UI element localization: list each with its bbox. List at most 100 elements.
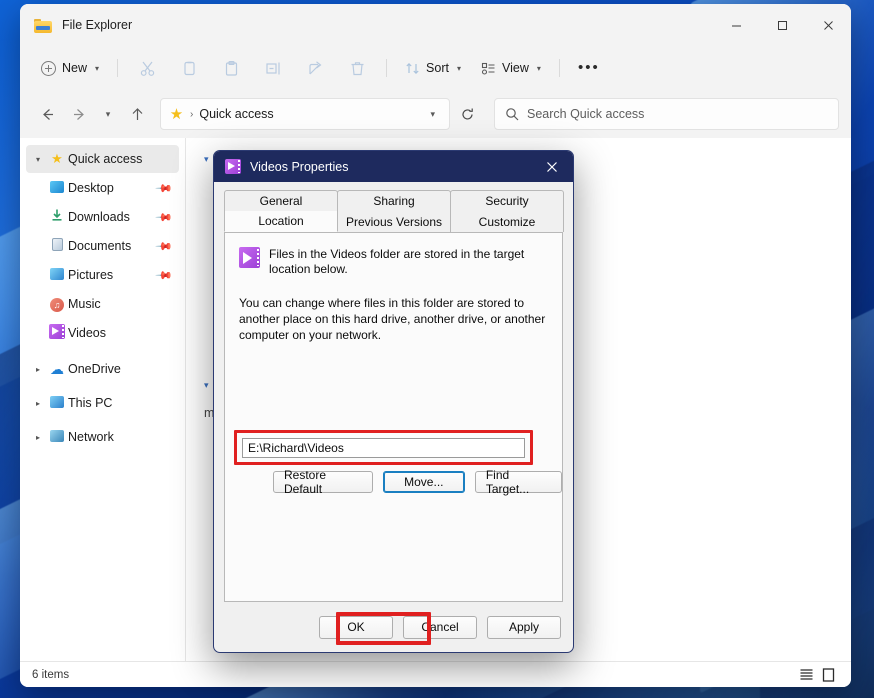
monitor-icon bbox=[46, 395, 68, 411]
more-options-button[interactable]: ••• bbox=[569, 52, 609, 84]
star-icon: ★ bbox=[51, 151, 63, 166]
restore-default-button[interactable]: Restore Default bbox=[273, 468, 373, 496]
sidebar-item-music[interactable]: ♫ Music bbox=[26, 290, 179, 318]
ok-button[interactable]: OK bbox=[319, 615, 393, 639]
search-icon bbox=[506, 108, 519, 121]
refresh-button[interactable] bbox=[452, 99, 482, 129]
sidebar-item-label: Documents bbox=[68, 239, 132, 253]
tab-general[interactable]: General bbox=[224, 190, 338, 211]
delete-icon bbox=[351, 61, 364, 75]
tab-location[interactable]: Location bbox=[224, 211, 338, 232]
dialog-header-text: Files in the Videos folder are stored in… bbox=[269, 247, 525, 276]
address-bar-row: ▾ ★ › Quick access ▾ Search Quick access bbox=[20, 90, 851, 138]
breadcrumb-separator: › bbox=[190, 108, 194, 120]
window-titlebar: File Explorer bbox=[20, 4, 851, 46]
tab-customize[interactable]: Customize bbox=[450, 211, 564, 232]
large-icons-view-icon bbox=[822, 667, 834, 682]
tab-previous-versions[interactable]: Previous Versions bbox=[337, 211, 451, 232]
address-dropdown-icon[interactable]: ▾ bbox=[424, 109, 441, 120]
paste-button[interactable] bbox=[211, 52, 251, 84]
sidebar-item-desktop[interactable]: Desktop 📌 bbox=[26, 174, 179, 202]
back-button[interactable] bbox=[32, 99, 62, 129]
chevron-down-icon[interactable]: ▾ bbox=[204, 380, 209, 391]
dialog-footer: OK Cancel Apply bbox=[214, 602, 573, 652]
breadcrumb-current[interactable]: Quick access bbox=[199, 107, 418, 121]
sidebar-item-downloads[interactable]: Downloads 📌 bbox=[26, 203, 179, 231]
apply-button[interactable]: Apply bbox=[487, 615, 561, 639]
cut-icon bbox=[140, 61, 154, 76]
close-button[interactable] bbox=[805, 4, 851, 46]
dialog-tabs: General Sharing Security Location Previo… bbox=[214, 182, 573, 232]
rename-button[interactable] bbox=[253, 52, 293, 84]
recent-locations-button[interactable]: ▾ bbox=[96, 99, 120, 129]
cut-button[interactable] bbox=[127, 52, 167, 84]
sidebar-item-documents[interactable]: Documents 📌 bbox=[26, 232, 179, 260]
folder-path-input[interactable]: E:\Richard\Videos bbox=[242, 438, 525, 458]
dialog-title: Videos Properties bbox=[250, 159, 349, 174]
delete-button[interactable] bbox=[337, 52, 377, 84]
dialog-header-row: Files in the Videos folder are stored in… bbox=[239, 247, 548, 277]
close-icon bbox=[547, 161, 557, 172]
videos-icon bbox=[225, 159, 241, 174]
sidebar-item-label: Desktop bbox=[68, 181, 114, 195]
up-button[interactable] bbox=[122, 99, 152, 129]
back-arrow-icon bbox=[42, 108, 53, 120]
chevron-right-icon[interactable]: ▸ bbox=[30, 365, 46, 374]
sidebar-item-quick-access[interactable]: ▾ ★ Quick access bbox=[26, 145, 179, 173]
tab-security[interactable]: Security bbox=[450, 190, 564, 211]
sort-button[interactable]: Sort ▾ bbox=[396, 52, 470, 84]
forward-arrow-icon bbox=[73, 108, 84, 120]
new-button[interactable]: New ▾ bbox=[32, 52, 108, 84]
toolbar-divider bbox=[386, 59, 388, 77]
search-placeholder: Search Quick access bbox=[527, 107, 645, 121]
large-icons-view-button[interactable] bbox=[817, 666, 839, 684]
chevron-down-icon[interactable]: ▾ bbox=[204, 154, 209, 165]
share-icon bbox=[308, 60, 322, 74]
pictures-icon bbox=[46, 267, 68, 283]
chevron-down-icon[interactable]: ▾ bbox=[30, 155, 46, 164]
dialog-tab-row-1: General Sharing Security bbox=[224, 190, 564, 211]
view-icon bbox=[481, 62, 495, 75]
tab-sharing[interactable]: Sharing bbox=[337, 190, 451, 211]
cancel-button[interactable]: Cancel bbox=[403, 615, 477, 639]
videos-icon bbox=[239, 247, 260, 268]
sidebar-item-label: This PC bbox=[68, 396, 113, 410]
sidebar-item-label: Pictures bbox=[68, 268, 114, 282]
toolbar-divider bbox=[558, 59, 560, 77]
chevron-down-icon: ▾ bbox=[536, 63, 541, 73]
move-button[interactable]: Move... bbox=[382, 471, 465, 493]
chevron-down-icon: ▾ bbox=[105, 108, 111, 119]
forward-button[interactable] bbox=[64, 99, 94, 129]
downloads-icon bbox=[46, 208, 68, 226]
details-view-button[interactable] bbox=[795, 666, 817, 684]
maximize-button[interactable] bbox=[759, 4, 805, 46]
view-button-label: View bbox=[501, 61, 529, 75]
new-button-label: New bbox=[62, 61, 88, 75]
chevron-right-icon[interactable]: ▸ bbox=[30, 399, 46, 408]
sidebar-item-label: Downloads bbox=[68, 210, 130, 224]
sidebar-item-this-pc[interactable]: ▸ This PC bbox=[26, 389, 179, 417]
sidebar-item-videos[interactable]: Videos bbox=[26, 319, 179, 347]
search-input[interactable]: Search Quick access bbox=[494, 98, 839, 130]
minimize-button[interactable] bbox=[713, 4, 759, 46]
navigation-pane: ▾ ★ Quick access Desktop 📌 Downloads 📌 D… bbox=[20, 138, 185, 661]
dialog-close-button[interactable] bbox=[531, 151, 573, 182]
sidebar-item-network[interactable]: ▸ Network bbox=[26, 423, 179, 451]
sidebar-item-label: Videos bbox=[68, 326, 106, 340]
pin-icon: 📌 bbox=[154, 208, 173, 227]
videos-icon bbox=[46, 323, 68, 343]
item-count-label: 6 items bbox=[32, 668, 70, 681]
window-title: File Explorer bbox=[62, 18, 133, 32]
sidebar-item-pictures[interactable]: Pictures 📌 bbox=[26, 261, 179, 289]
copy-button[interactable] bbox=[169, 52, 209, 84]
sidebar-item-onedrive[interactable]: ▸ ☁ OneDrive bbox=[26, 355, 179, 383]
pin-icon: 📌 bbox=[154, 266, 173, 285]
plus-icon bbox=[41, 60, 56, 76]
find-target-button[interactable]: Find Target... bbox=[474, 468, 562, 496]
chevron-right-icon[interactable]: ▸ bbox=[30, 433, 46, 442]
address-bar[interactable]: ★ › Quick access ▾ bbox=[160, 98, 450, 130]
share-button[interactable] bbox=[295, 52, 335, 84]
details-view-icon bbox=[800, 669, 812, 680]
view-button[interactable]: View ▾ bbox=[472, 52, 550, 84]
sidebar-item-label: Network bbox=[68, 430, 114, 444]
